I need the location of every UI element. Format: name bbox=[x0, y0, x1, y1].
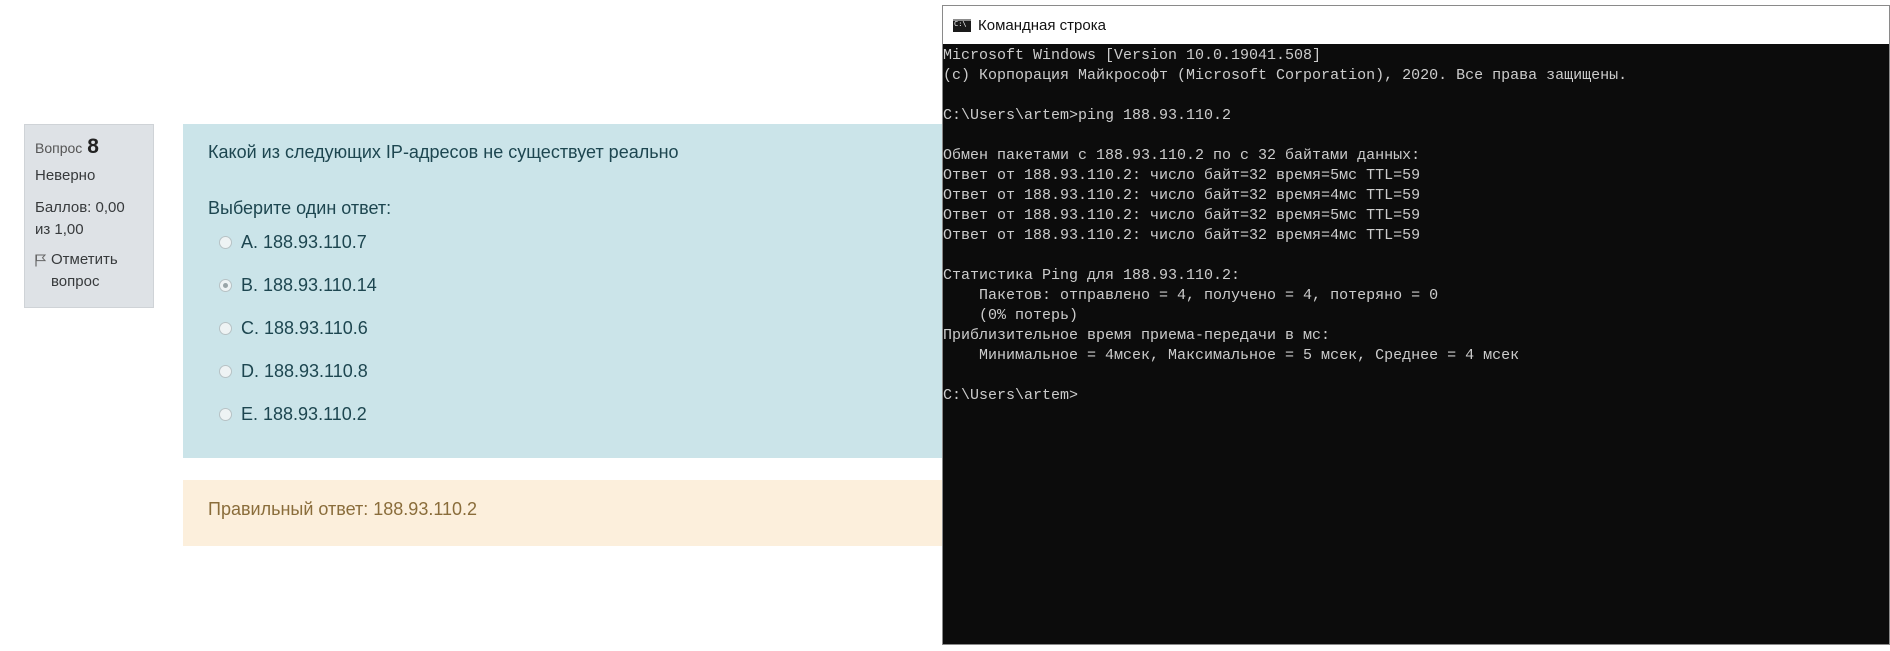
screen: Вопрос 8 Неверно Баллов: 0,00 из 1,00 От… bbox=[0, 0, 1890, 651]
correct-answer-feedback: Правильный ответ: 188.93.110.2 bbox=[183, 480, 943, 546]
answer-option-c[interactable]: C. 188.93.110.6 bbox=[219, 318, 368, 339]
command-prompt-icon bbox=[953, 18, 971, 32]
console-line: C:\Users\artem>ping 188.93.110.2 bbox=[943, 107, 1232, 124]
flag-question-link[interactable]: Отметить вопрос bbox=[35, 249, 143, 293]
correct-answer-text: Правильный ответ: 188.93.110.2 bbox=[208, 499, 478, 519]
console-line: Минимальное = 4мсек, Максимальное = 5 мс… bbox=[943, 347, 1520, 364]
console-line: Microsoft Windows [Version 10.0.19041.50… bbox=[943, 47, 1322, 64]
question-grade: Баллов: 0,00 из 1,00 bbox=[35, 199, 125, 238]
console-line: Пакетов: отправлено = 4, получено = 4, п… bbox=[943, 287, 1439, 304]
answer-option-d[interactable]: D. 188.93.110.8 bbox=[219, 361, 368, 382]
flag-icon bbox=[35, 254, 47, 267]
question-number: 8 bbox=[87, 135, 99, 158]
console-line: Обмен пакетами с 188.93.110.2 по с 32 ба… bbox=[943, 147, 1421, 164]
console-line: Приблизительное время приема-передачи в … bbox=[943, 327, 1331, 344]
answer-radio-c[interactable] bbox=[219, 322, 232, 335]
question-state: Неверно bbox=[35, 167, 96, 184]
console-line: Ответ от 188.93.110.2: число байт=32 вре… bbox=[943, 187, 1421, 204]
answer-label-d: D. 188.93.110.8 bbox=[241, 361, 368, 381]
question-text: Какой из следующих IP-адресов не существ… bbox=[208, 142, 679, 162]
console-line: (0% потерь) bbox=[943, 307, 1079, 324]
answer-option-b[interactable]: B. 188.93.110.14 bbox=[219, 275, 377, 296]
console-line: (c) Корпорация Майкрософт (Microsoft Cor… bbox=[943, 67, 1628, 84]
window-titlebar[interactable]: Командная строка bbox=[943, 6, 1889, 44]
console-line: Ответ от 188.93.110.2: число байт=32 вре… bbox=[943, 227, 1421, 244]
answer-label-e: E. 188.93.110.2 bbox=[241, 404, 367, 424]
answer-radio-e[interactable] bbox=[219, 408, 232, 421]
question-info-panel: Вопрос 8 Неверно Баллов: 0,00 из 1,00 От… bbox=[24, 124, 154, 308]
answer-label-c: C. 188.93.110.6 bbox=[241, 318, 368, 338]
answer-label-b: B. 188.93.110.14 bbox=[241, 275, 377, 295]
command-prompt-window[interactable]: Командная строка Microsoft Windows [Vers… bbox=[942, 5, 1890, 645]
answer-label-a: A. 188.93.110.7 bbox=[241, 232, 367, 252]
question-content: Какой из следующих IP-адресов не существ… bbox=[183, 124, 943, 458]
answer-radio-d[interactable] bbox=[219, 365, 232, 378]
window-title: Командная строка bbox=[978, 16, 1106, 34]
answer-option-e[interactable]: E. 188.93.110.2 bbox=[219, 404, 367, 425]
console-line: Ответ от 188.93.110.2: число байт=32 вре… bbox=[943, 167, 1421, 184]
answer-radio-b[interactable] bbox=[219, 279, 232, 292]
flag-question-label: Отметить вопрос bbox=[51, 251, 118, 290]
question-label: Вопрос bbox=[35, 140, 83, 156]
console-line: Статистика Ping для 188.93.110.2: bbox=[943, 267, 1241, 284]
answer-prompt: Выберите один ответ: bbox=[208, 198, 392, 218]
console-line: Ответ от 188.93.110.2: число байт=32 вре… bbox=[943, 207, 1421, 224]
console-line: C:\Users\artem> bbox=[943, 387, 1079, 404]
answer-radio-a[interactable] bbox=[219, 236, 232, 249]
question-number-line: Вопрос 8 bbox=[35, 136, 143, 159]
answer-option-a[interactable]: A. 188.93.110.7 bbox=[219, 232, 367, 253]
console-output[interactable]: Microsoft Windows [Version 10.0.19041.50… bbox=[943, 46, 1889, 406]
